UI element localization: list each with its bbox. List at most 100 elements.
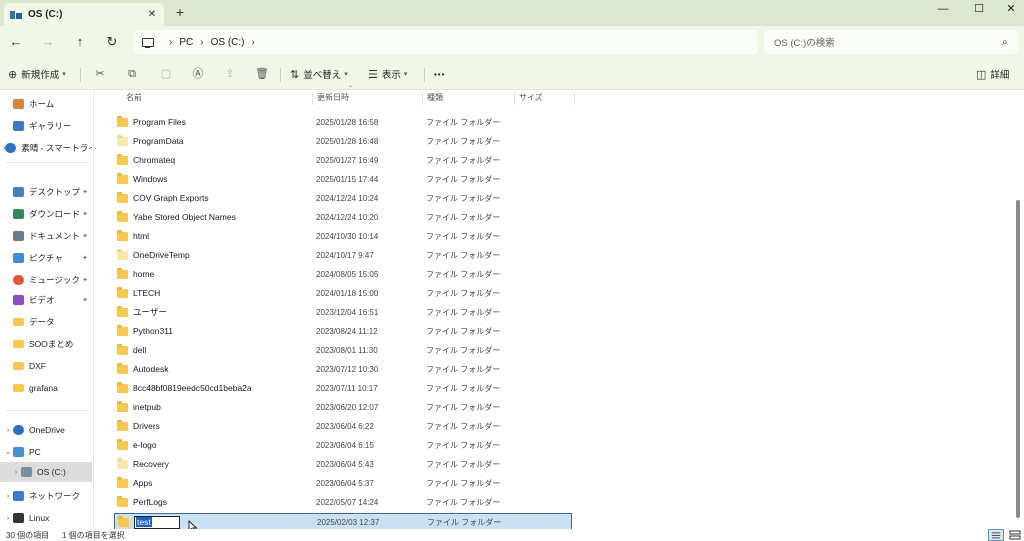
sidebar-item[interactable]: SOOまとめ xyxy=(0,334,92,354)
refresh-button[interactable]: ↻ xyxy=(104,34,120,50)
breadcrumb-pc[interactable]: PC xyxy=(179,37,193,48)
table-row[interactable]: Recovery 2023/06/04 5:43 ファイル フォルダー xyxy=(114,455,572,473)
sidebar-item[interactable]: データ xyxy=(0,312,92,332)
new-button[interactable]: ⊕ 新規作成 ▾ xyxy=(8,66,66,82)
copy-button[interactable]: ⧉ xyxy=(124,66,140,82)
forward-button[interactable]: → xyxy=(40,34,56,50)
table-row[interactable]: Autodesk 2023/07/12 10:30 ファイル フォルダー xyxy=(114,360,572,378)
row-date: 2024/10/17 9:47 xyxy=(316,250,374,260)
tab-os-c[interactable]: OS (C:) ✕ xyxy=(4,3,164,26)
table-row[interactable]: dell 2023/08/01 11:30 ファイル フォルダー xyxy=(114,341,572,359)
table-row[interactable]: ProgramData 2025/01/28 16:48 ファイル フォルダー xyxy=(114,132,572,150)
share-icon: ⇪ xyxy=(225,68,235,80)
chevron-right-icon[interactable]: › xyxy=(200,37,203,48)
table-row[interactable]: html 2024/10/30 10:14 ファイル フォルダー xyxy=(114,227,572,245)
table-row[interactable]: Yabe Stored Object Names 2024/12/24 10:20… xyxy=(114,208,572,226)
sidebar-item-label: ネットワーク xyxy=(29,491,81,501)
view-button[interactable]: ☰ 表示 ▾ xyxy=(368,66,407,82)
sort-button[interactable]: ⇅ 並べ替え ▾ xyxy=(290,66,348,82)
maximize-button[interactable]: ☐ xyxy=(962,0,996,20)
column-header-size[interactable]: サイズ xyxy=(515,90,573,106)
chevron-right-icon[interactable]: › xyxy=(3,493,13,500)
sidebar-item[interactable]: ダウンロード ✦ xyxy=(0,204,92,224)
details-pane-button[interactable]: ◫ 詳細 xyxy=(976,66,1009,82)
paste-button[interactable]: ▢ xyxy=(158,66,174,82)
column-header-date[interactable]: 更新日時 xyxy=(313,90,421,106)
chevron-right-icon: › xyxy=(169,36,173,48)
chevron-down-icon[interactable]: ⌄ xyxy=(3,448,13,456)
row-name: 8cc48bf0819eedc50cd1beba2a xyxy=(133,383,252,393)
sidebar-item[interactable]: デスクトップ ✦ xyxy=(0,182,92,202)
table-row[interactable]: COV Graph Exports 2024/12/24 10:24 ファイル フォ… xyxy=(114,189,572,207)
sidebar-item[interactable]: ピクチャ ✦ xyxy=(0,248,92,268)
sidebar-item[interactable]: ⌄ PC xyxy=(0,442,92,462)
column-header-name[interactable]: 名前 xyxy=(122,90,312,106)
details-view-icon[interactable] xyxy=(988,529,1004,541)
sidebar-item[interactable]: › 素晴 - スマートライ xyxy=(0,138,92,158)
sidebar-item[interactable]: ミュージック ✦ xyxy=(0,270,92,290)
sidebar-item[interactable]: ホーム xyxy=(0,94,92,114)
row-name: LTECH xyxy=(133,288,161,298)
table-row[interactable]: inetpub 2023/06/20 12:07 ファイル フォルダー xyxy=(114,398,572,416)
back-button[interactable]: ← xyxy=(8,34,24,50)
table-row[interactable]: Windows 2025/01/15 17:44 ファイル フォルダー xyxy=(114,170,572,188)
table-row[interactable]: e-logo 2023/06/04 6:15 ファイル フォルダー xyxy=(114,436,572,454)
row-name: OneDriveTemp xyxy=(133,250,190,260)
drive-icon xyxy=(21,467,32,477)
table-row[interactable]: Python311 2023/08/24 11:12 ファイル フォルダー xyxy=(114,322,572,340)
tab-close-icon[interactable]: ✕ xyxy=(144,9,160,20)
table-row[interactable]: ユーザー 2023/12/04 16:51 ファイル フォルダー xyxy=(114,303,572,321)
close-window-button[interactable]: ✕ xyxy=(994,0,1024,20)
chevron-right-icon[interactable]: › xyxy=(3,427,13,434)
delete-button[interactable]: 🗑 xyxy=(254,66,270,82)
table-row[interactable]: Program Files 2025/01/28 16:58 ファイル フォルダー xyxy=(114,113,572,131)
row-type: ファイル フォルダー xyxy=(426,250,501,260)
cut-button[interactable]: ✂ xyxy=(92,66,108,82)
sidebar-item-label: ギャラリー xyxy=(29,121,72,131)
sidebar-item[interactable]: › OS (C:) xyxy=(0,462,92,482)
search-icon: ⌕ xyxy=(1002,36,1008,48)
table-row[interactable]: 8cc48bf0819eedc50cd1beba2a 2023/07/11 10:… xyxy=(114,379,572,397)
sidebar-item[interactable]: ビデオ ✦ xyxy=(0,290,92,310)
documents-icon xyxy=(13,231,24,241)
column-divider[interactable] xyxy=(574,92,575,105)
table-row[interactable]: Chromateq 2025/01/27 16:49 ファイル フォルダー xyxy=(114,151,572,169)
chevron-right-icon[interactable]: › xyxy=(11,469,21,476)
row-type: ファイル フォルダー xyxy=(426,155,501,165)
folder-icon xyxy=(117,324,128,336)
table-row[interactable]: Drivers 2023/06/04 6:22 ファイル フォルダー xyxy=(114,417,572,435)
breadcrumb-os-c[interactable]: OS (C:) xyxy=(211,37,245,48)
table-row[interactable]: PerfLogs 2022/05/07 14:24 ファイル フォルダー xyxy=(114,493,572,511)
table-row[interactable]: OneDriveTemp 2024/10/17 9:47 ファイル フォルダー xyxy=(114,246,572,264)
share-button[interactable]: ⇪ xyxy=(222,66,238,82)
minimize-button[interactable]: — xyxy=(926,0,960,20)
row-type: ファイル フォルダー xyxy=(426,269,501,279)
up-button[interactable]: ↑ xyxy=(72,34,88,50)
column-header-type[interactable]: 種類 xyxy=(423,90,513,106)
new-tab-button[interactable]: + xyxy=(172,5,188,19)
sidebar-item[interactable]: › OneDrive xyxy=(0,420,92,440)
search-input[interactable]: OS (C:)の検索 ⌕ xyxy=(764,30,1018,54)
divider xyxy=(424,68,425,82)
chevron-down-icon: ▾ xyxy=(403,71,408,78)
folder-icon xyxy=(117,381,128,393)
row-date: 2023/12/04 16:51 xyxy=(316,307,379,317)
address-bar[interactable]: › PC › OS (C:) › xyxy=(134,30,758,54)
vertical-scrollbar[interactable] xyxy=(1016,200,1020,518)
rename-input[interactable]: test xyxy=(134,515,180,529)
sidebar-item[interactable]: DXF xyxy=(0,356,92,376)
table-row[interactable]: LTECH 2024/01/18 15:00 ファイル フォルダー xyxy=(114,284,572,302)
sidebar-item[interactable]: grafana xyxy=(0,378,92,398)
sidebar-item-label: 素晴 - スマートライ xyxy=(21,143,92,153)
tiles-view-icon[interactable] xyxy=(1007,529,1023,541)
more-options-button[interactable]: ••• xyxy=(434,66,445,82)
chevron-right-icon[interactable]: › xyxy=(251,37,254,48)
rename-button[interactable]: Ⓐ xyxy=(190,66,206,82)
sidebar-item[interactable]: › Linux xyxy=(0,508,92,528)
table-row[interactable]: Apps 2023/06/04 5:37 ファイル フォルダー xyxy=(114,474,572,492)
sidebar-item[interactable]: ドキュメント ✦ xyxy=(0,226,92,246)
chevron-right-icon[interactable]: › xyxy=(3,515,13,522)
sidebar-item[interactable]: ギャラリー xyxy=(0,116,92,136)
table-row[interactable]: home 2024/08/05 15:05 ファイル フォルダー xyxy=(114,265,572,283)
sidebar-item[interactable]: › ネットワーク xyxy=(0,486,92,506)
